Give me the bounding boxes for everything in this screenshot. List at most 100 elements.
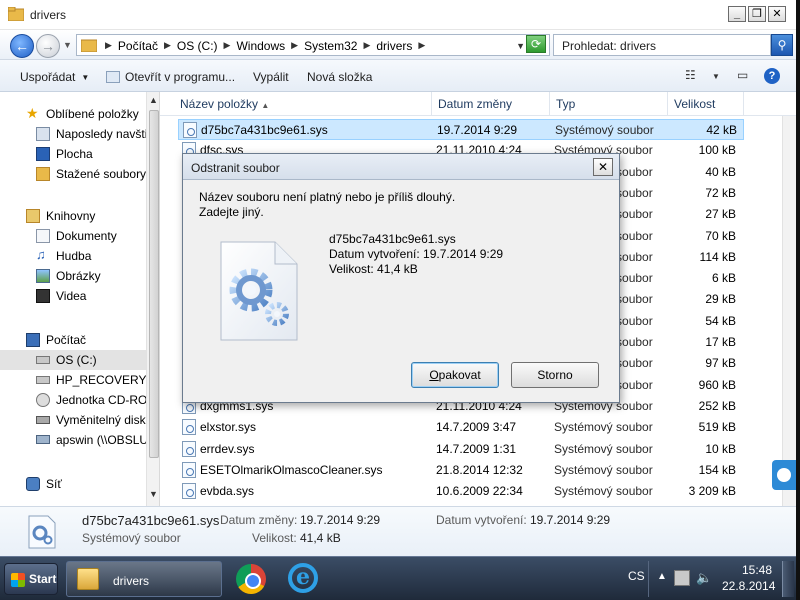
- system-file-icon: [183, 122, 197, 138]
- address-box[interactable]: ▶ Počítač ▶ OS (C:) ▶ Windows ▶ System32…: [76, 34, 550, 56]
- organize-button[interactable]: Uspořádat ▼: [20, 70, 89, 84]
- column-type[interactable]: Typ: [550, 92, 668, 116]
- nav-videos[interactable]: Videa: [0, 286, 146, 306]
- language-indicator[interactable]: CS: [628, 569, 645, 583]
- chevron-right-icon[interactable]: ▶: [164, 40, 171, 54]
- system-file-icon: [182, 461, 196, 478]
- retry-label: pakovat: [438, 368, 481, 382]
- search-icon[interactable]: ⚲: [771, 34, 793, 56]
- file-size: 17 kB: [705, 335, 736, 349]
- table-row[interactable]: errdev.sys 14.7.2009 1:31 Systémový soubor…: [178, 439, 744, 460]
- nav-drive-d[interactable]: HP_RECOVERY (D: [0, 370, 159, 390]
- nav-removable-label: Vyměnitelný disk: [56, 413, 146, 427]
- taskbar-item-drivers[interactable]: drivers: [66, 561, 222, 597]
- chevron-up-icon[interactable]: ▲: [657, 571, 667, 582]
- nav-removable[interactable]: Vyměnitelný disk: [0, 410, 146, 430]
- clock-date: 22.8.2014: [722, 579, 776, 593]
- tray-divider: [648, 561, 649, 597]
- nav-network-drive[interactable]: apswin (\\OBSLU: [0, 430, 148, 450]
- chevron-right-icon[interactable]: ▶: [105, 40, 112, 54]
- table-row[interactable]: evbda.sys 10.6.2009 22:34 Systémový soubor…: [178, 481, 744, 502]
- windows-logo-icon: [11, 573, 25, 587]
- breadcrumb-os-c[interactable]: OS (C:): [177, 39, 218, 53]
- explorer-window: drivers _ ❐ ✕ ← → ▼ ▶ Počítač ▶ OS (C:) …: [0, 0, 796, 556]
- chevron-right-icon[interactable]: ▶: [363, 40, 370, 54]
- close-button[interactable]: ✕: [768, 6, 786, 22]
- retry-accelerator: O: [429, 368, 439, 382]
- nav-network[interactable]: Síť: [0, 474, 146, 494]
- table-row[interactable]: ESETOlmarikOlmascoCleaner.sys 21.8.2014 1…: [178, 460, 744, 481]
- nav-computer[interactable]: Počítač: [0, 330, 146, 350]
- breadcrumb-system32[interactable]: System32: [304, 39, 357, 53]
- recent-pages-icon[interactable]: ▼: [63, 40, 72, 50]
- battery-icon[interactable]: [674, 570, 690, 586]
- nav-recent-places[interactable]: Naposledy navšti: [0, 124, 147, 144]
- chevron-right-icon[interactable]: ▶: [291, 40, 298, 54]
- chevron-right-icon[interactable]: ▶: [418, 40, 425, 54]
- speaker-muted-icon[interactable]: 🔈: [696, 570, 712, 586]
- breadcrumb-drivers[interactable]: drivers: [376, 39, 412, 53]
- nav-music[interactable]: ♫ Hudba: [0, 246, 146, 266]
- retry-button[interactable]: Opakovat: [411, 362, 499, 388]
- internet-explorer-icon[interactable]: e: [288, 563, 318, 593]
- nav-scrollbar[interactable]: ▲ ▼: [146, 92, 159, 506]
- nav-desktop[interactable]: Plocha: [0, 144, 146, 164]
- table-row[interactable]: d75bc7a431bc9e61.sys 19.7.2014 9:29 Systém…: [178, 119, 744, 140]
- back-button[interactable]: ←: [10, 34, 34, 58]
- nav-downloads[interactable]: Stažené soubory: [0, 164, 146, 184]
- folder-icon: [77, 568, 99, 590]
- nav-drive-c[interactable]: OS (C:): [0, 350, 146, 370]
- cancel-button[interactable]: Storno: [511, 362, 599, 388]
- address-bar: ← → ▼ ▶ Počítač ▶ OS (C:) ▶ Windows ▶ Sy…: [0, 30, 796, 60]
- list-scrollbar[interactable]: [782, 116, 796, 506]
- new-folder-button[interactable]: Nová složka: [307, 70, 372, 84]
- view-options-icon[interactable]: ☷: [685, 68, 696, 82]
- scroll-up-icon[interactable]: ▲: [149, 95, 158, 105]
- network-icon: [26, 477, 40, 491]
- file-size: 100 kB: [698, 143, 736, 158]
- burn-button[interactable]: Vypálit: [253, 70, 289, 84]
- clock[interactable]: 15:48 22.8.2014: [722, 562, 776, 594]
- minimize-button[interactable]: _: [728, 6, 746, 22]
- nav-pictures[interactable]: Obrázky: [0, 266, 146, 286]
- column-size[interactable]: Velikost: [668, 92, 744, 116]
- refresh-icon[interactable]: ⟳: [526, 35, 546, 53]
- file-size: 27 kB: [705, 207, 736, 222]
- chrome-icon[interactable]: [236, 564, 266, 594]
- nav-pictures-label: Obrázky: [56, 269, 101, 283]
- nav-libraries[interactable]: Knihovny: [0, 206, 146, 226]
- column-date[interactable]: Datum změny: [432, 92, 550, 116]
- scroll-down-icon[interactable]: ▼: [149, 489, 158, 499]
- column-name[interactable]: Název položky ▲: [174, 92, 432, 116]
- breadcrumb-windows[interactable]: Windows: [236, 39, 285, 53]
- maximize-button[interactable]: ❐: [748, 6, 766, 22]
- file-size: 40 kB: [705, 164, 736, 179]
- scroll-thumb[interactable]: [149, 110, 159, 458]
- forward-button[interactable]: →: [36, 34, 60, 58]
- show-desktop-button[interactable]: [782, 561, 794, 597]
- table-row[interactable]: elxstor.sys 14.7.2009 3:47 Systémový soubo…: [178, 417, 744, 438]
- nav-cdrom[interactable]: Jednotka CD-ROI: [0, 390, 151, 410]
- breadcrumb-computer[interactable]: Počítač: [118, 39, 158, 53]
- nav-computer-label: Počítač: [46, 333, 87, 347]
- file-size: 54 kB: [705, 313, 736, 328]
- help-icon[interactable]: ?: [764, 68, 780, 84]
- preview-pane-icon[interactable]: ▭: [737, 68, 748, 82]
- pictures-icon: [36, 269, 50, 283]
- chevron-down-icon[interactable]: ▼: [516, 41, 525, 51]
- teamviewer-icon[interactable]: [772, 460, 796, 490]
- chevron-down-icon[interactable]: ▼: [712, 72, 720, 81]
- nav-downloads-label: Stažené soubory: [56, 167, 147, 181]
- search-input[interactable]: Prohledat: drivers: [553, 34, 771, 56]
- chevron-right-icon[interactable]: ▶: [224, 40, 231, 54]
- dialog-title-bar: Odstranit soubor ✕: [183, 154, 619, 180]
- dialog-close-button[interactable]: ✕: [593, 158, 613, 176]
- nav-documents[interactable]: Dokumenty: [0, 226, 146, 246]
- drive-icon: [36, 376, 50, 384]
- file-date: 14.7.2009 3:47: [436, 420, 517, 435]
- open-with-button[interactable]: Otevřít v programu...: [106, 70, 235, 84]
- nav-favorites[interactable]: ★ Oblíbené položky: [0, 104, 146, 124]
- file-size: 72 kB: [705, 185, 736, 200]
- start-button[interactable]: Start: [4, 563, 58, 595]
- details-created-label: Datum vytvoření:: [436, 513, 527, 527]
